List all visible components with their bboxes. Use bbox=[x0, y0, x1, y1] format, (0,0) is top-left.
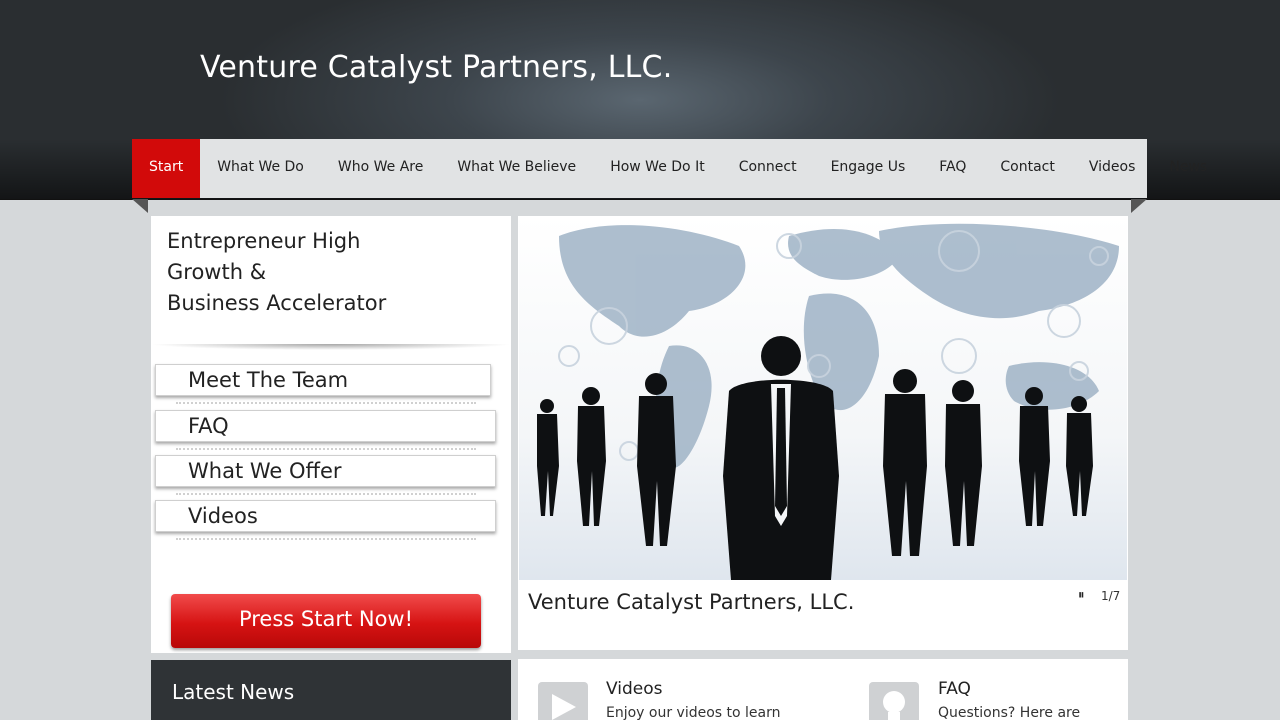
sidebar-divider bbox=[176, 538, 476, 540]
feature-title-videos[interactable]: Videos bbox=[606, 679, 663, 699]
press-start-button[interactable]: Press Start Now! bbox=[171, 594, 481, 648]
latest-news-title: Latest News bbox=[172, 680, 295, 704]
nav-item-engage-us[interactable]: Engage Us bbox=[814, 139, 923, 198]
main-nav: Start What We Do Who We Are What We Beli… bbox=[132, 139, 1207, 198]
tagline-line: Business Accelerator bbox=[167, 291, 387, 315]
slide-counter: 1/7 bbox=[1101, 589, 1121, 603]
sidebar-link-faq[interactable]: FAQ bbox=[155, 410, 496, 442]
sidebar-divider bbox=[176, 402, 476, 404]
sidebar-link-what-we-offer[interactable]: What We Offer bbox=[155, 455, 496, 487]
play-icon-glyph bbox=[552, 694, 576, 720]
feature-text-videos: Enjoy our videos to learn bbox=[606, 705, 781, 720]
nav-item-faq[interactable]: FAQ bbox=[922, 139, 983, 198]
sidebar-panel: Entrepreneur High Growth & Business Acce… bbox=[151, 216, 511, 653]
feature-title-faq[interactable]: FAQ bbox=[938, 679, 971, 699]
nav-item-who-we-are[interactable]: Who We Are bbox=[321, 139, 440, 198]
nav-item-what-we-believe[interactable]: What We Believe bbox=[440, 139, 593, 198]
features-panel: Videos Enjoy our videos to learn FAQ Que… bbox=[518, 659, 1128, 720]
business-team-world-map-image bbox=[537, 223, 1119, 580]
nav-item-how-we-do-it[interactable]: How We Do It bbox=[593, 139, 722, 198]
sidebar-divider bbox=[176, 493, 476, 495]
nav-item-connect[interactable]: Connect bbox=[722, 139, 814, 198]
site-title[interactable]: Venture Catalyst Partners, LLC. bbox=[200, 50, 672, 85]
nav-item-contact[interactable]: Contact bbox=[983, 139, 1071, 198]
nav-item-start[interactable]: Start bbox=[132, 139, 201, 198]
sidebar-link-meet-the-team[interactable]: Meet The Team bbox=[155, 364, 491, 396]
lightbulb-icon-glyph bbox=[883, 691, 905, 720]
nav-item-what-we-do[interactable]: What We Do bbox=[200, 139, 321, 198]
tagline-shadow bbox=[151, 344, 511, 350]
slide-image[interactable] bbox=[519, 216, 1127, 580]
feature-text-faq: Questions? Here are bbox=[938, 705, 1081, 720]
pause-icon[interactable]: ⏸ bbox=[1078, 588, 1085, 603]
nav-fold-left bbox=[132, 199, 148, 213]
tagline-line: Growth & bbox=[167, 260, 267, 284]
tagline-line: Entrepreneur High bbox=[167, 229, 361, 253]
play-icon[interactable] bbox=[538, 682, 588, 720]
nav-item-videos[interactable]: Videos bbox=[1072, 139, 1153, 198]
latest-news-panel: Latest News bbox=[151, 660, 511, 720]
nav-item-news[interactable]: News bbox=[1152, 139, 1224, 198]
nav-fold-right bbox=[1131, 199, 1147, 213]
slideshow: Venture Catalyst Partners, LLC. ⏸ 1/7 bbox=[518, 216, 1128, 650]
sidebar-divider bbox=[176, 448, 476, 450]
lightbulb-icon[interactable] bbox=[869, 682, 919, 720]
tagline: Entrepreneur High Growth & Business Acce… bbox=[167, 226, 487, 319]
sidebar-link-videos[interactable]: Videos bbox=[155, 500, 496, 532]
slide-caption: Venture Catalyst Partners, LLC. bbox=[528, 590, 855, 614]
